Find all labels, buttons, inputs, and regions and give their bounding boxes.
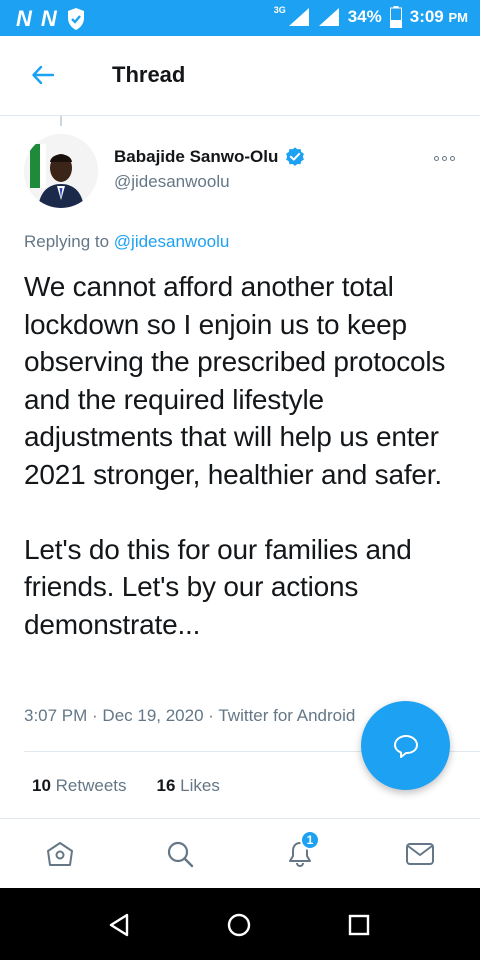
tweet-meta: 3:07 PM · Dec 19, 2020 · Twitter for And… <box>24 706 356 725</box>
system-navigation-bar <box>0 888 480 960</box>
arrow-left-icon <box>32 66 54 84</box>
retweets-stat[interactable]: 10 Retweets <box>32 776 127 796</box>
reply-fab-button[interactable] <box>361 701 450 790</box>
thread-connector-line <box>60 116 62 126</box>
signal-icon <box>288 8 309 26</box>
nav-recents-button[interactable] <box>344 910 374 940</box>
verified-badge-icon <box>286 147 305 166</box>
likes-stat[interactable]: 16 Likes <box>157 776 220 796</box>
tab-home[interactable] <box>40 834 80 874</box>
reply-bubble-icon <box>393 734 418 758</box>
nav-back-button[interactable] <box>104 910 134 940</box>
likes-count: 16 <box>156 776 176 795</box>
search-icon <box>167 841 194 868</box>
replying-to-mention-link[interactable]: @jidesanwoolu <box>114 232 230 251</box>
notification-n-icon: N <box>40 6 57 31</box>
tweet-stats: 10 Retweets 16 Likes <box>32 776 220 796</box>
triangle-back-icon <box>109 913 129 937</box>
bottom-tab-bar: 1 <box>0 820 480 888</box>
shield-check-icon <box>67 8 84 30</box>
retweets-label: Retweets <box>50 776 127 795</box>
network-type: 3G <box>273 5 286 15</box>
divider <box>0 818 480 819</box>
tab-search[interactable] <box>160 834 200 874</box>
dot-icon <box>433 155 439 161</box>
dot-icon <box>441 155 447 161</box>
likes-label: Likes <box>175 776 220 795</box>
battery-percent: 34% <box>347 7 382 26</box>
author-handle[interactable]: @jidesanwoolu <box>114 172 230 192</box>
signal-icon <box>318 8 339 26</box>
tab-notifications[interactable]: 1 <box>280 830 320 874</box>
replying-to: Replying to @jidesanwoolu <box>24 232 229 252</box>
battery-icon <box>389 6 402 28</box>
author-name[interactable]: Babajide Sanwo-Olu <box>114 146 306 168</box>
author-name-text: Babajide Sanwo-Olu <box>114 147 279 166</box>
page-title: Thread <box>112 62 186 87</box>
notification-n-icon: N <box>16 6 32 31</box>
avatar[interactable] <box>24 134 98 208</box>
status-bar-indicators: 3G 34% 3:09 PM <box>273 5 468 28</box>
app-header: Thread <box>0 36 480 116</box>
nav-home-button[interactable] <box>224 910 254 940</box>
more-options-button[interactable] <box>430 148 458 168</box>
status-bar: N N 3G 34% 3:09 PM <box>0 0 480 36</box>
notifications-badge: 1 <box>300 830 320 850</box>
clock: 3:09 PM <box>409 7 468 26</box>
profile-photo <box>24 134 98 208</box>
circle-home-icon <box>227 913 251 937</box>
back-button[interactable] <box>28 60 58 90</box>
tweet-text: We cannot afford another total lockdown … <box>24 271 446 640</box>
status-bar-notifications: N N <box>16 6 86 32</box>
tab-messages[interactable] <box>400 834 440 874</box>
square-recents-icon <box>348 914 370 936</box>
dot-icon <box>449 155 455 161</box>
mail-icon <box>406 843 434 865</box>
replying-to-label: Replying to <box>24 232 114 251</box>
retweets-count: 10 <box>32 776 51 795</box>
home-icon <box>47 842 73 866</box>
